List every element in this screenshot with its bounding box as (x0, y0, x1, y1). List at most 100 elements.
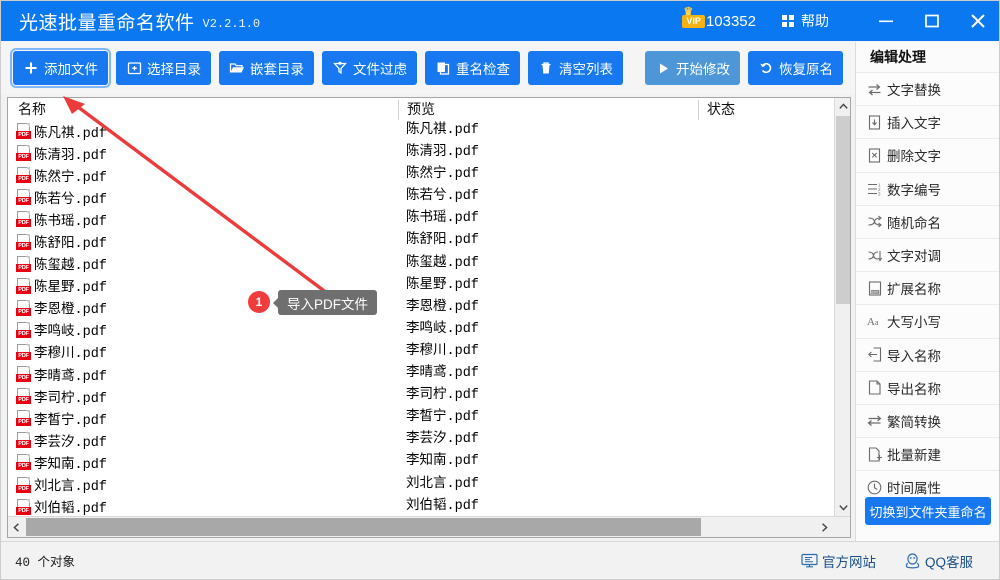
edit-operation-case[interactable]: Aa 大写小写 (856, 304, 999, 338)
qq-support-label: QQ客服 (924, 554, 973, 570)
duplicate-check-button[interactable]: 重名检查 (425, 51, 520, 85)
delete-text-icon (866, 147, 883, 164)
edit-operation-swap-down[interactable]: 文字对调 (856, 237, 999, 272)
cell-preview: 李知南.pdf (406, 454, 479, 470)
cell-preview: 李穆川.pdf (406, 343, 479, 359)
horizontal-scrollbar-thumb[interactable] (26, 518, 701, 536)
official-website-link[interactable]: 官方网站 (801, 551, 876, 571)
file-name-label: 李知南.pdf (34, 457, 107, 473)
table-row[interactable]: PDF 陈星野.pdf 陈星野.pdf (8, 275, 850, 297)
edit-operation-delete-text[interactable]: 删除文字 (856, 138, 999, 172)
column-header-status[interactable]: 状态 (698, 100, 834, 120)
scroll-down-arrow[interactable] (835, 499, 850, 516)
file-list-header: 名称 预览 状态 (8, 98, 850, 120)
nested-folder-label: 嵌套目录 (250, 62, 304, 77)
pdf-file-icon: PDF (16, 299, 31, 316)
file-name-label: 李芸汐.pdf (34, 435, 107, 451)
edit-operation-insert-text[interactable]: 插入文字 (856, 105, 999, 139)
help-button[interactable]: 帮助 (782, 11, 829, 31)
table-row[interactable]: PDF 陈玺越.pdf 陈玺越.pdf (8, 253, 850, 275)
table-row[interactable]: PDF 李芸汐.pdf 李芸汐.pdf (8, 429, 850, 451)
table-row[interactable]: PDF 李恩橙.pdf 李恩橙.pdf (8, 297, 850, 319)
qq-support-link[interactable]: QQ客服 (904, 551, 973, 571)
start-rename-label: 开始修改 (676, 62, 730, 77)
table-row[interactable]: PDF 刘伯韬.pdf 刘伯韬.pdf (8, 496, 850, 516)
vip-account[interactable]: ♛ VIP 103352 (682, 6, 756, 30)
restore-name-label: 恢复原名 (779, 62, 833, 77)
cell-name: PDF 李晴鸢.pdf (16, 363, 107, 385)
horizontal-scrollbar[interactable] (8, 516, 850, 537)
swap-down-icon (866, 247, 883, 264)
table-row[interactable]: PDF 陈清羽.pdf 陈清羽.pdf (8, 142, 850, 164)
filter-icon (332, 60, 348, 76)
status-bar: 40 个对象 官方网站 QQ客服 (1, 541, 999, 579)
column-header-preview[interactable]: 预览 (398, 100, 698, 120)
table-row[interactable]: PDF 李司柠.pdf 李司柠.pdf (8, 385, 850, 407)
edit-operation-convert[interactable]: 繁简转换 (856, 403, 999, 438)
pdf-file-icon: PDF (16, 123, 31, 140)
table-row[interactable]: PDF 陈舒阳.pdf 陈舒阳.pdf (8, 230, 850, 252)
file-list-panel: 名称 预览 状态 PDF 陈凡祺.pdf 陈凡祺.pdf PDF 陈清羽.pdf 陈清羽.… (7, 97, 851, 538)
cell-name: PDF 陈然宁.pdf (16, 164, 107, 186)
file-name-label: 陈玺越.pdf (34, 259, 107, 275)
edit-operation-export[interactable]: 导出名称 (856, 370, 999, 404)
file-name-label: 陈凡祺.pdf (34, 126, 107, 142)
file-list-body[interactable]: PDF 陈凡祺.pdf 陈凡祺.pdf PDF 陈清羽.pdf 陈清羽.pdf PDF 陈然宁… (8, 120, 850, 516)
table-row[interactable]: PDF 陈凡祺.pdf 陈凡祺.pdf (8, 120, 850, 142)
maximize-button[interactable] (909, 1, 955, 41)
table-row[interactable]: PDF 陈然宁.pdf 陈然宁.pdf (8, 164, 850, 186)
table-row[interactable]: PDF 李皙宁.pdf 李皙宁.pdf (8, 407, 850, 429)
close-button[interactable] (955, 1, 999, 41)
edit-operation-ext[interactable]: EXT 扩展名称 (856, 271, 999, 305)
cell-preview: 陈然宁.pdf (406, 167, 479, 183)
clear-list-label: 清空列表 (559, 62, 613, 77)
duplicate-check-label: 重名检查 (456, 62, 510, 77)
switch-to-folder-rename-button[interactable]: 切换到文件夹重命名 (865, 497, 991, 525)
pdf-file-icon: PDF (16, 255, 31, 272)
minimize-button[interactable] (863, 1, 909, 41)
table-row[interactable]: PDF 李知南.pdf 李知南.pdf (8, 451, 850, 473)
edit-operation-swap[interactable]: 文字替换 (856, 72, 999, 106)
file-name-label: 陈舒阳.pdf (34, 237, 107, 253)
pdf-file-icon: PDF (16, 167, 31, 184)
scroll-right-arrow[interactable] (816, 517, 833, 537)
column-header-name[interactable]: 名称 (8, 100, 398, 120)
export-icon (866, 379, 883, 396)
clear-list-button[interactable]: 清空列表 (528, 51, 623, 85)
select-folder-label: 选择目录 (147, 62, 201, 77)
edit-operation-shuffle[interactable]: 随机命名 (856, 204, 999, 238)
cell-preview: 李芸汐.pdf (406, 432, 479, 448)
edit-operation-label: 导入名称 (887, 348, 941, 364)
scroll-left-arrow[interactable] (8, 517, 25, 537)
table-row[interactable]: PDF 李鸣岐.pdf 李鸣岐.pdf (8, 319, 850, 341)
table-row[interactable]: PDF 李穆川.pdf 李穆川.pdf (8, 341, 850, 363)
title-bar: 光速批量重命名软件 V2.2.1.0 ♛ VIP 103352 帮助 (1, 1, 999, 41)
cell-name: PDF 陈凡祺.pdf (16, 120, 107, 142)
add-file-button[interactable]: 添加文件 (10, 48, 111, 88)
nested-folder-button[interactable]: 嵌套目录 (219, 51, 314, 85)
file-filter-button[interactable]: 文件过虑 (322, 51, 417, 85)
cell-name: PDF 刘北言.pdf (16, 474, 107, 496)
select-folder-button[interactable]: 选择目录 (116, 51, 211, 85)
edit-operation-number-list[interactable]: 1 2 3 数字编号 (856, 171, 999, 205)
table-row[interactable]: PDF 陈若兮.pdf 陈若兮.pdf (8, 186, 850, 208)
start-rename-button[interactable]: 开始修改 (645, 51, 740, 85)
annotation-tooltip: 导入PDF文件 (273, 290, 377, 315)
table-row[interactable]: PDF 陈书瑶.pdf 陈书瑶.pdf (8, 208, 850, 230)
file-name-label: 陈清羽.pdf (34, 148, 107, 164)
edit-operation-import[interactable]: 导入名称 (856, 337, 999, 371)
vertical-scrollbar-thumb[interactable] (836, 116, 850, 304)
table-row[interactable]: PDF 刘北言.pdf 刘北言.pdf (8, 474, 850, 496)
file-name-label: 李恩橙.pdf (34, 303, 107, 319)
cell-name: PDF 李知南.pdf (16, 451, 107, 473)
table-row[interactable]: PDF 李晴鸢.pdf 李晴鸢.pdf (8, 363, 850, 385)
pdf-file-icon: PDF (16, 498, 31, 515)
cell-preview: 李司柠.pdf (406, 388, 479, 404)
vertical-scrollbar[interactable] (834, 98, 850, 516)
pdf-file-icon: PDF (16, 189, 31, 206)
file-name-label: 李鸣岐.pdf (34, 325, 107, 341)
scroll-up-arrow[interactable] (835, 98, 850, 115)
restore-name-button[interactable]: 恢复原名 (748, 51, 843, 85)
file-name-label: 陈书瑶.pdf (34, 214, 107, 230)
edit-operation-new-file[interactable]: 批量新建 (856, 437, 999, 471)
